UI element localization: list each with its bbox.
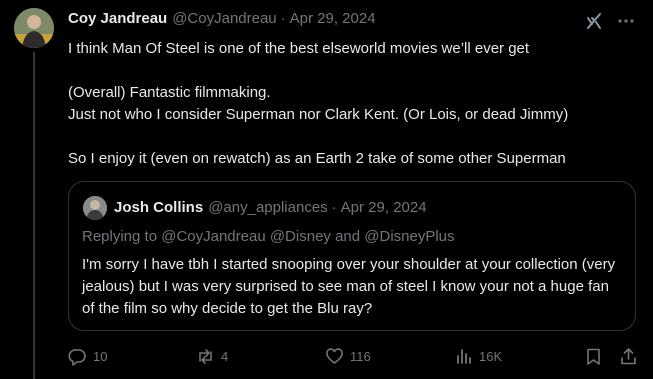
reply-button[interactable]: 10 [68, 344, 107, 368]
action-bar: 10 4 116 16K [68, 344, 638, 368]
separator: · [280, 10, 286, 27]
header-actions [585, 12, 635, 35]
grok-icon[interactable] [585, 12, 603, 35]
post-line: So I enjoy it (even on rewatch) as an Ea… [68, 150, 566, 167]
share-icon [619, 347, 638, 366]
quote-separator: · [331, 199, 337, 216]
views-count: 16K [479, 348, 503, 364]
reply-count: 10 [93, 348, 108, 364]
more-icon[interactable] [617, 12, 635, 35]
repost-button[interactable]: 4 [196, 344, 228, 368]
bookmark-icon [584, 347, 603, 366]
quoted-post[interactable]: Josh Collins @any_appliances · Apr 29, 2… [68, 181, 636, 331]
quote-date: Apr 29, 2024 [340, 199, 427, 216]
replying-to: Replying to @CoyJandreau @Disney and @Di… [82, 228, 455, 245]
post-date[interactable]: Apr 29, 2024 [290, 10, 376, 27]
post-line-gap [68, 60, 638, 82]
reply-icon [68, 347, 87, 366]
views-icon [454, 347, 473, 366]
thread-line [33, 52, 35, 379]
post-line-gap [68, 126, 638, 148]
views-button[interactable]: 16K [454, 344, 502, 368]
quote-author-avatar [83, 196, 107, 220]
repost-icon [196, 347, 215, 366]
like-count: 116 [350, 348, 371, 364]
quote-author-name: Josh Collins [114, 199, 204, 216]
quote-author-handle: @any_appliances [208, 199, 328, 216]
post-line: I think Man Of Steel is one of the best … [68, 40, 530, 57]
repost-count: 4 [221, 348, 229, 364]
post-text: I think Man Of Steel is one of the best … [68, 38, 638, 170]
share-button[interactable] [619, 344, 638, 368]
author-avatar[interactable] [14, 8, 54, 48]
author-handle[interactable]: @CoyJandreau [172, 10, 276, 27]
like-icon [325, 347, 344, 366]
author-name[interactable]: Coy Jandreau [68, 10, 167, 27]
bookmark-button[interactable] [584, 344, 603, 368]
quote-text: I'm sorry I have tbh I started snooping … [82, 256, 616, 317]
post-line: (Overall) Fantastic filmmaking. [68, 84, 271, 101]
quote-header: Josh Collins @any_appliances · Apr 29, 2… [114, 199, 427, 216]
post-header: Coy Jandreau @CoyJandreau · Apr 29, 2024 [68, 10, 376, 27]
like-button[interactable]: 116 [325, 344, 371, 368]
post-line: Just not who I consider Superman nor Cla… [68, 106, 569, 123]
